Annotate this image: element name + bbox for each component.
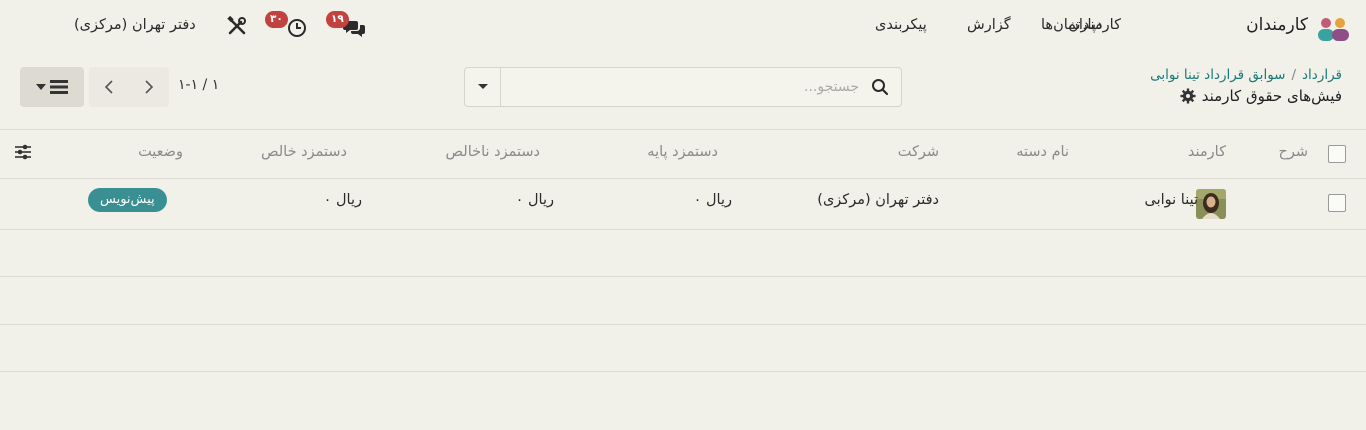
page-title-wrap: فیش‌های حقوق کارمند (1180, 87, 1342, 105)
breadcrumb: قرارداد/سوابق قرارداد تینا نوابی (1150, 67, 1342, 83)
avatar (1196, 189, 1226, 219)
nav-departments[interactable]: دپارتمان‌ها (1041, 17, 1102, 33)
breadcrumb-contract[interactable]: قرارداد (1302, 67, 1342, 83)
search-input[interactable] (501, 68, 867, 106)
header-gross-wage[interactable]: دستمزد ناخالص (446, 144, 540, 160)
row-divider (0, 229, 1366, 230)
app-logo-icon[interactable] (1316, 16, 1352, 42)
cell-basic-wage: ریال ۰ (693, 192, 732, 208)
search-icon[interactable] (871, 78, 889, 96)
breadcrumb-contract-history[interactable]: سوابق قرارداد تینا نوابی (1150, 67, 1285, 83)
nav-reporting[interactable]: گزارش (967, 17, 1011, 33)
header-status[interactable]: وضعیت (138, 144, 183, 160)
chevron-left-icon (104, 80, 113, 94)
caret-down-icon (477, 84, 488, 89)
header-company[interactable]: شرکت (898, 144, 939, 160)
pager-buttons (89, 67, 169, 107)
column-options-icon[interactable] (13, 142, 33, 162)
tools-icon[interactable] (227, 15, 247, 36)
empty-row-divider (0, 324, 1366, 325)
empty-row-divider (0, 371, 1366, 372)
header-employee[interactable]: کارمند (1188, 144, 1226, 160)
header-basic-wage[interactable]: دستمزد پایه (647, 144, 718, 160)
cell-employee[interactable]: تینا نوابی (1145, 192, 1199, 208)
cell-net-wage: ریال ۰ (323, 192, 362, 208)
chevron-right-icon (145, 80, 154, 94)
list-view-icon (50, 80, 68, 94)
view-switcher-button[interactable] (20, 67, 84, 107)
pager-value[interactable]: ۱-۱ / ۱ (178, 77, 219, 93)
company-switcher[interactable]: دفتر تهران (مرکزی) (74, 17, 196, 33)
search-bar (464, 67, 902, 107)
header-net-wage[interactable]: دستمزد خالص (261, 144, 347, 160)
activity-clock-icon[interactable] (286, 18, 308, 38)
header-bottom-border (0, 178, 1366, 179)
app-name[interactable]: کارمندان (1246, 15, 1308, 35)
empty-row-divider (0, 276, 1366, 277)
header-batch[interactable]: نام دسته (1016, 144, 1069, 160)
table-top-border (0, 129, 1366, 130)
gear-icon[interactable] (1180, 88, 1196, 104)
page-title: فیش‌های حقوق کارمند (1201, 87, 1342, 105)
row-checkbox[interactable] (1328, 194, 1346, 212)
pager-previous-button[interactable] (89, 67, 129, 107)
pager-next-button[interactable] (129, 67, 169, 107)
caret-down-icon (36, 84, 46, 90)
search-options-toggle[interactable] (465, 68, 501, 106)
status-badge: پیش‌نویس (88, 188, 167, 212)
select-all-checkbox[interactable] (1328, 145, 1346, 163)
header-description[interactable]: شرح (1278, 144, 1308, 160)
cell-gross-wage: ریال ۰ (515, 192, 554, 208)
messages-badge: ۱۹ (326, 11, 349, 28)
nav-configuration[interactable]: پیکربندی (875, 17, 927, 33)
cell-company: دفتر تهران (مرکزی) (817, 192, 939, 208)
activity-badge: ۳۰ (265, 11, 288, 28)
